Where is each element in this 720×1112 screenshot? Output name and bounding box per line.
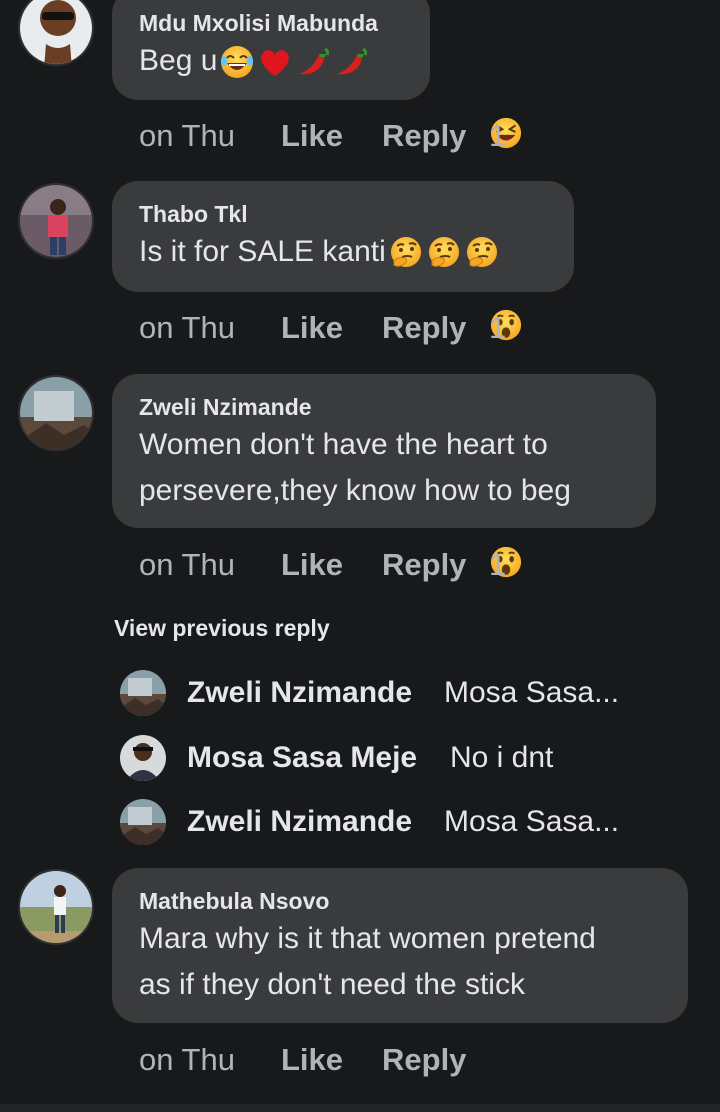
reply-author[interactable]: Mosa Sasa Meje [187, 733, 417, 783]
avatar[interactable] [120, 799, 166, 845]
reply-text: Mosa Sasa... [444, 676, 620, 709]
view-previous-reply-link[interactable]: View previous reply [114, 612, 330, 644]
comment-bubble[interactable]: Mathebula Nsovo Mara why is it that wome… [112, 868, 688, 1023]
reaction-count: 1 [489, 310, 507, 345]
comment-author[interactable]: Thabo Tkl [139, 199, 548, 229]
chili-emoji-icon [295, 44, 331, 80]
comment-bubble[interactable]: Zweli Nzimande Women don't have the hear… [112, 374, 656, 528]
reaction-summary[interactable]: 1 [489, 116, 537, 153]
reply-text: No i dnt [450, 741, 554, 774]
reaction-summary[interactable]: 1 [489, 545, 537, 582]
comment-text-line: as if they don't need the stick [139, 968, 525, 1001]
comment-timestamp[interactable]: on Thu [139, 308, 235, 348]
reply-button[interactable]: Reply [382, 545, 466, 585]
comment-text-line: Mara why is it that women pretend [139, 922, 596, 955]
reply-item[interactable]: Zweli Nzimande Mosa Sasa... [120, 668, 720, 718]
comment-text: Is it for SALE kanti [139, 229, 548, 275]
reply-text: Mosa Sasa... [444, 805, 620, 838]
thinking-emoji-icon [426, 235, 462, 271]
divider [0, 1104, 720, 1112]
reaction-count: 1 [489, 547, 507, 582]
like-button[interactable]: Like [281, 545, 343, 585]
reply-button[interactable]: Reply [382, 308, 466, 348]
heart-emoji-icon [257, 44, 293, 80]
reply-item[interactable]: Zweli Nzimande Mosa Sasa... [120, 797, 720, 847]
comment-text-line: Women don't have the heart to [139, 428, 548, 461]
comment-bubble[interactable]: Mdu Mxolisi Mabunda Beg u [112, 0, 430, 100]
reply-button[interactable]: Reply [382, 116, 466, 156]
reply-author[interactable]: Zweli Nzimande [187, 797, 412, 847]
comment-timestamp[interactable]: on Thu [139, 1040, 235, 1080]
reaction-summary[interactable]: 1 [489, 308, 537, 345]
reaction-count: 1 [489, 118, 507, 153]
thinking-emoji-icon [388, 235, 424, 271]
reply-item[interactable]: Mosa Sasa Meje No i dnt [120, 733, 720, 783]
comment-timestamp[interactable]: on Thu [139, 545, 235, 585]
comment-bubble[interactable]: Thabo Tkl Is it for SALE kanti [112, 181, 574, 292]
laughing-tears-emoji-icon [219, 44, 255, 80]
avatar[interactable] [18, 183, 94, 259]
avatar[interactable] [120, 670, 166, 716]
comment-text-content: Beg u [139, 44, 218, 77]
like-button[interactable]: Like [281, 308, 343, 348]
avatar[interactable] [18, 869, 94, 945]
chili-emoji-icon [333, 44, 369, 80]
comment-author[interactable]: Mdu Mxolisi Mabunda [139, 8, 404, 38]
comment-author[interactable]: Mathebula Nsovo [139, 886, 662, 916]
reply-button[interactable]: Reply [382, 1040, 466, 1080]
like-button[interactable]: Like [281, 116, 343, 156]
comment-author[interactable]: Zweli Nzimande [139, 392, 630, 422]
comment-timestamp[interactable]: on Thu [139, 116, 235, 156]
avatar[interactable] [18, 0, 94, 66]
comment-text-line: persevere,they know how to beg [139, 474, 571, 507]
like-button[interactable]: Like [281, 1040, 343, 1080]
comment-text: Beg u [139, 38, 404, 84]
avatar[interactable] [120, 735, 166, 781]
reply-author[interactable]: Zweli Nzimande [187, 668, 412, 718]
avatar[interactable] [18, 375, 94, 451]
comment-text-content: Is it for SALE kanti [139, 235, 386, 268]
thinking-emoji-icon [464, 235, 500, 271]
